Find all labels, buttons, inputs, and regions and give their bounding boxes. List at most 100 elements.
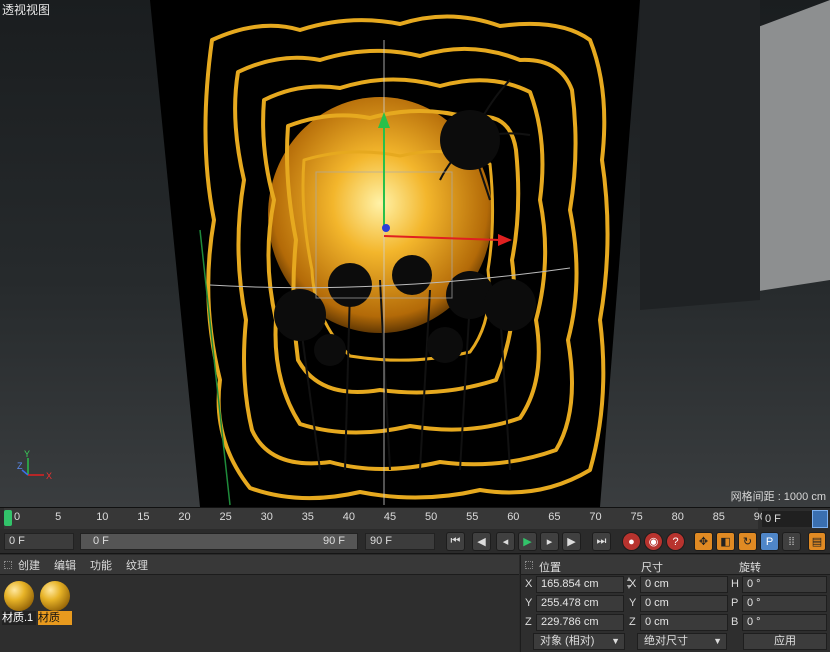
transport-bar: 0 F 0 F 90 F 90 F ⏮ ◀ ◂ ▶ ▸ ▶ ⏭ ● ◉ ? ✥ … [0,529,830,554]
prev-key-button[interactable]: ◀ [472,532,491,551]
step-back-icon: ◂ [502,536,509,548]
coordinate-manager: 位置 尺寸 旋转 X 165.854 cm ▲ ▼ X 0 cm H 0 ° Y … [520,555,830,652]
step-back-button[interactable]: ◂ [496,532,515,551]
timeline-tick: 55 [466,511,479,523]
parameter-key-button[interactable]: P [760,532,779,551]
world-axis-indicator [21,458,44,476]
apply-button[interactable]: 应用 [743,633,827,650]
material-swatch-2[interactable]: 材质 [38,579,72,625]
grid-dots-icon: ⁞⁞ [788,535,795,548]
timeline-layout-button[interactable] [812,510,828,528]
panel-grip-icon[interactable] [4,561,12,569]
rotate-tool-button[interactable]: ↻ [738,532,757,551]
timeline-tick: 40 [342,511,356,523]
auto-key-button[interactable]: ◉ [644,532,663,551]
axis-label: Z [525,616,532,628]
grid-spacing-label: 网格间距 : 1000 cm [730,491,826,503]
material-label: 材质.1 [2,611,36,625]
p-icon: P [765,535,774,548]
timeline-tick: 5 [55,511,62,523]
timeline-ruler[interactable]: 0 5 10 15 20 25 30 35 40 45 50 55 60 65 70 75 80 85 90 [4,508,766,530]
timeline-window-button[interactable]: ▤ [808,532,826,551]
timeline-tick: 15 [137,511,150,523]
timeline[interactable]: 0 5 10 15 20 25 30 35 40 45 50 55 60 65 70 75 80 85 90 0 F [0,507,830,530]
timeline-tick: 65 [548,511,561,523]
range-start-label: 0 F [93,535,109,547]
rotation-h-field[interactable]: 0 ° [742,576,827,593]
menu-create[interactable]: 创建 [18,557,40,573]
key-icon: ● [628,535,635,548]
playhead[interactable] [4,510,12,526]
material-menubar: 创建 编辑 功能 纹理 [0,555,519,575]
record-keyframe-button[interactable]: ● [622,532,641,551]
size-mode-dropdown[interactable]: 绝对尺寸 ▼ [637,633,727,650]
timeline-tick: 50 [425,511,438,523]
go-to-start-button[interactable]: ⏮ [446,532,465,551]
size-x-field[interactable]: 0 cm [640,576,728,593]
scene-render [21,0,830,507]
skip-forward-icon: ⏭ [596,535,607,547]
size-z-field[interactable]: 0 cm [640,614,728,631]
scale-icon: ◧ [720,536,731,548]
play-icon: ▶ [523,536,532,548]
timeline-tick: 30 [260,511,273,523]
axis-label: X [525,578,533,590]
size-header: 尺寸 [641,562,663,574]
timeline-tick: 80 [671,511,684,523]
next-key-button[interactable]: ▶ [562,532,581,551]
skip-back-icon: ⏮ [450,535,461,547]
axis-label: Y [525,597,533,609]
timeline-tick: 10 [96,511,109,523]
axis-label: H [731,578,739,590]
timeline-tick: 75 [630,511,643,523]
frame-range-slider[interactable]: 0 F 90 F [80,533,358,550]
axis-label: P [731,597,739,609]
go-to-end-button[interactable]: ⏭ [592,532,611,551]
perspective-viewport[interactable]: 透视视图 Y Z X 网格间距 : 1000 cm [0,0,830,507]
material-ball-icon [4,581,34,611]
position-z-field[interactable]: 229.786 cm [536,614,624,631]
step-forward-button[interactable]: ▸ [540,532,559,551]
menu-texture[interactable]: 纹理 [126,557,148,573]
move-icon: ✥ [698,536,709,548]
rotate-icon: ↻ [742,536,753,548]
end-frame-field[interactable]: 90 F [365,533,435,550]
viewport-title[interactable]: 透视视图 [2,1,50,18]
timeline-tick: 45 [383,511,397,523]
size-y-field[interactable]: 0 cm [640,595,728,612]
axis-label: Z [629,616,636,628]
material-ball-icon [40,581,70,611]
coord-row-x: X 165.854 cm ▲ ▼ X 0 cm H 0 ° [521,576,830,594]
rotation-p-field[interactable]: 0 ° [742,595,827,612]
rotation-b-field[interactable]: 0 ° [742,614,827,631]
material-swatch-1[interactable]: 材质.1 [2,579,36,625]
scale-tool-button[interactable]: ◧ [716,532,735,551]
coord-row-y: Y 255.478 cm Y 0 cm P 0 ° [521,595,830,613]
coordinate-mode-dropdown[interactable]: 对象 (相对) ▼ [533,633,625,650]
coord-row-z: Z 229.786 cm Z 0 cm B 0 ° [521,614,830,632]
axis-label: Y [629,597,637,609]
menu-edit[interactable]: 编辑 [54,557,76,573]
menu-function[interactable]: 功能 [90,557,112,573]
timeline-tick: 60 [507,511,520,523]
chevron-down-icon: ▼ [713,636,722,646]
film-icon: ▤ [811,536,823,548]
point-level-button[interactable]: ⁞⁞ [782,532,801,551]
timeline-tick: 25 [219,511,232,523]
timeline-tick: 85 [712,511,725,523]
move-tool-button[interactable]: ✥ [694,532,713,551]
gizmo-z-handle [382,224,390,232]
position-y-field[interactable]: 255.478 cm [536,595,624,612]
start-frame-field[interactable]: 0 F [4,533,74,550]
timeline-tick: 20 [178,511,191,523]
current-frame-field[interactable]: 0 F [762,511,812,527]
axis-z-label: Z [17,461,23,471]
position-x-field[interactable]: 165.854 cm [536,576,624,593]
step-forward-icon: ▸ [546,536,553,548]
panel-grip-icon[interactable] [525,561,533,569]
axis-label: X [629,578,637,590]
play-button[interactable]: ▶ [518,532,537,551]
auto-key-icon: ◉ [648,536,659,548]
keyframe-selection-button[interactable]: ? [666,532,685,551]
axis-y-label: Y [24,449,31,459]
